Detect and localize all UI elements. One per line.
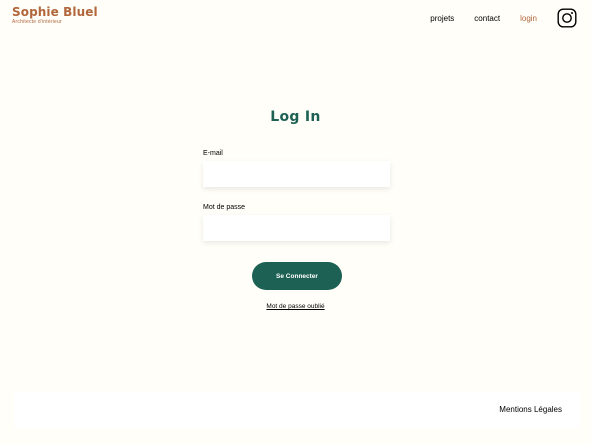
- login-submit-button[interactable]: Se Connecter: [252, 262, 342, 290]
- page: Sophie Bluel Architecte d'intérieur proj…: [0, 0, 591, 445]
- legal-notice-link[interactable]: Mentions Légales: [499, 392, 562, 428]
- password-label: Mot de passe: [203, 204, 246, 211]
- nav-link-contact[interactable]: contact: [474, 14, 500, 23]
- login-title: Log In: [270, 108, 321, 125]
- instagram-icon[interactable]: [557, 8, 577, 28]
- email-field[interactable]: [203, 161, 390, 187]
- brand-name: Sophie Bluel: [12, 5, 98, 19]
- nav-link-projets[interactable]: projets: [430, 14, 454, 23]
- email-label: E-mail: [203, 150, 223, 157]
- nav-link-login[interactable]: login: [520, 14, 537, 23]
- site-header: Sophie Bluel Architecte d'intérieur proj…: [12, 6, 577, 30]
- site-footer: Mentions Légales: [14, 392, 580, 428]
- brand-subtitle: Architecte d'intérieur: [12, 19, 62, 25]
- main-nav: projets contact login: [410, 8, 577, 28]
- password-field[interactable]: [203, 215, 390, 241]
- brand-logo[interactable]: Sophie Bluel Architecte d'intérieur: [12, 6, 98, 26]
- forgot-password-link[interactable]: Mot de passe oublié: [266, 303, 324, 310]
- forgot-password-container: Mot de passe oublié: [0, 302, 591, 311]
